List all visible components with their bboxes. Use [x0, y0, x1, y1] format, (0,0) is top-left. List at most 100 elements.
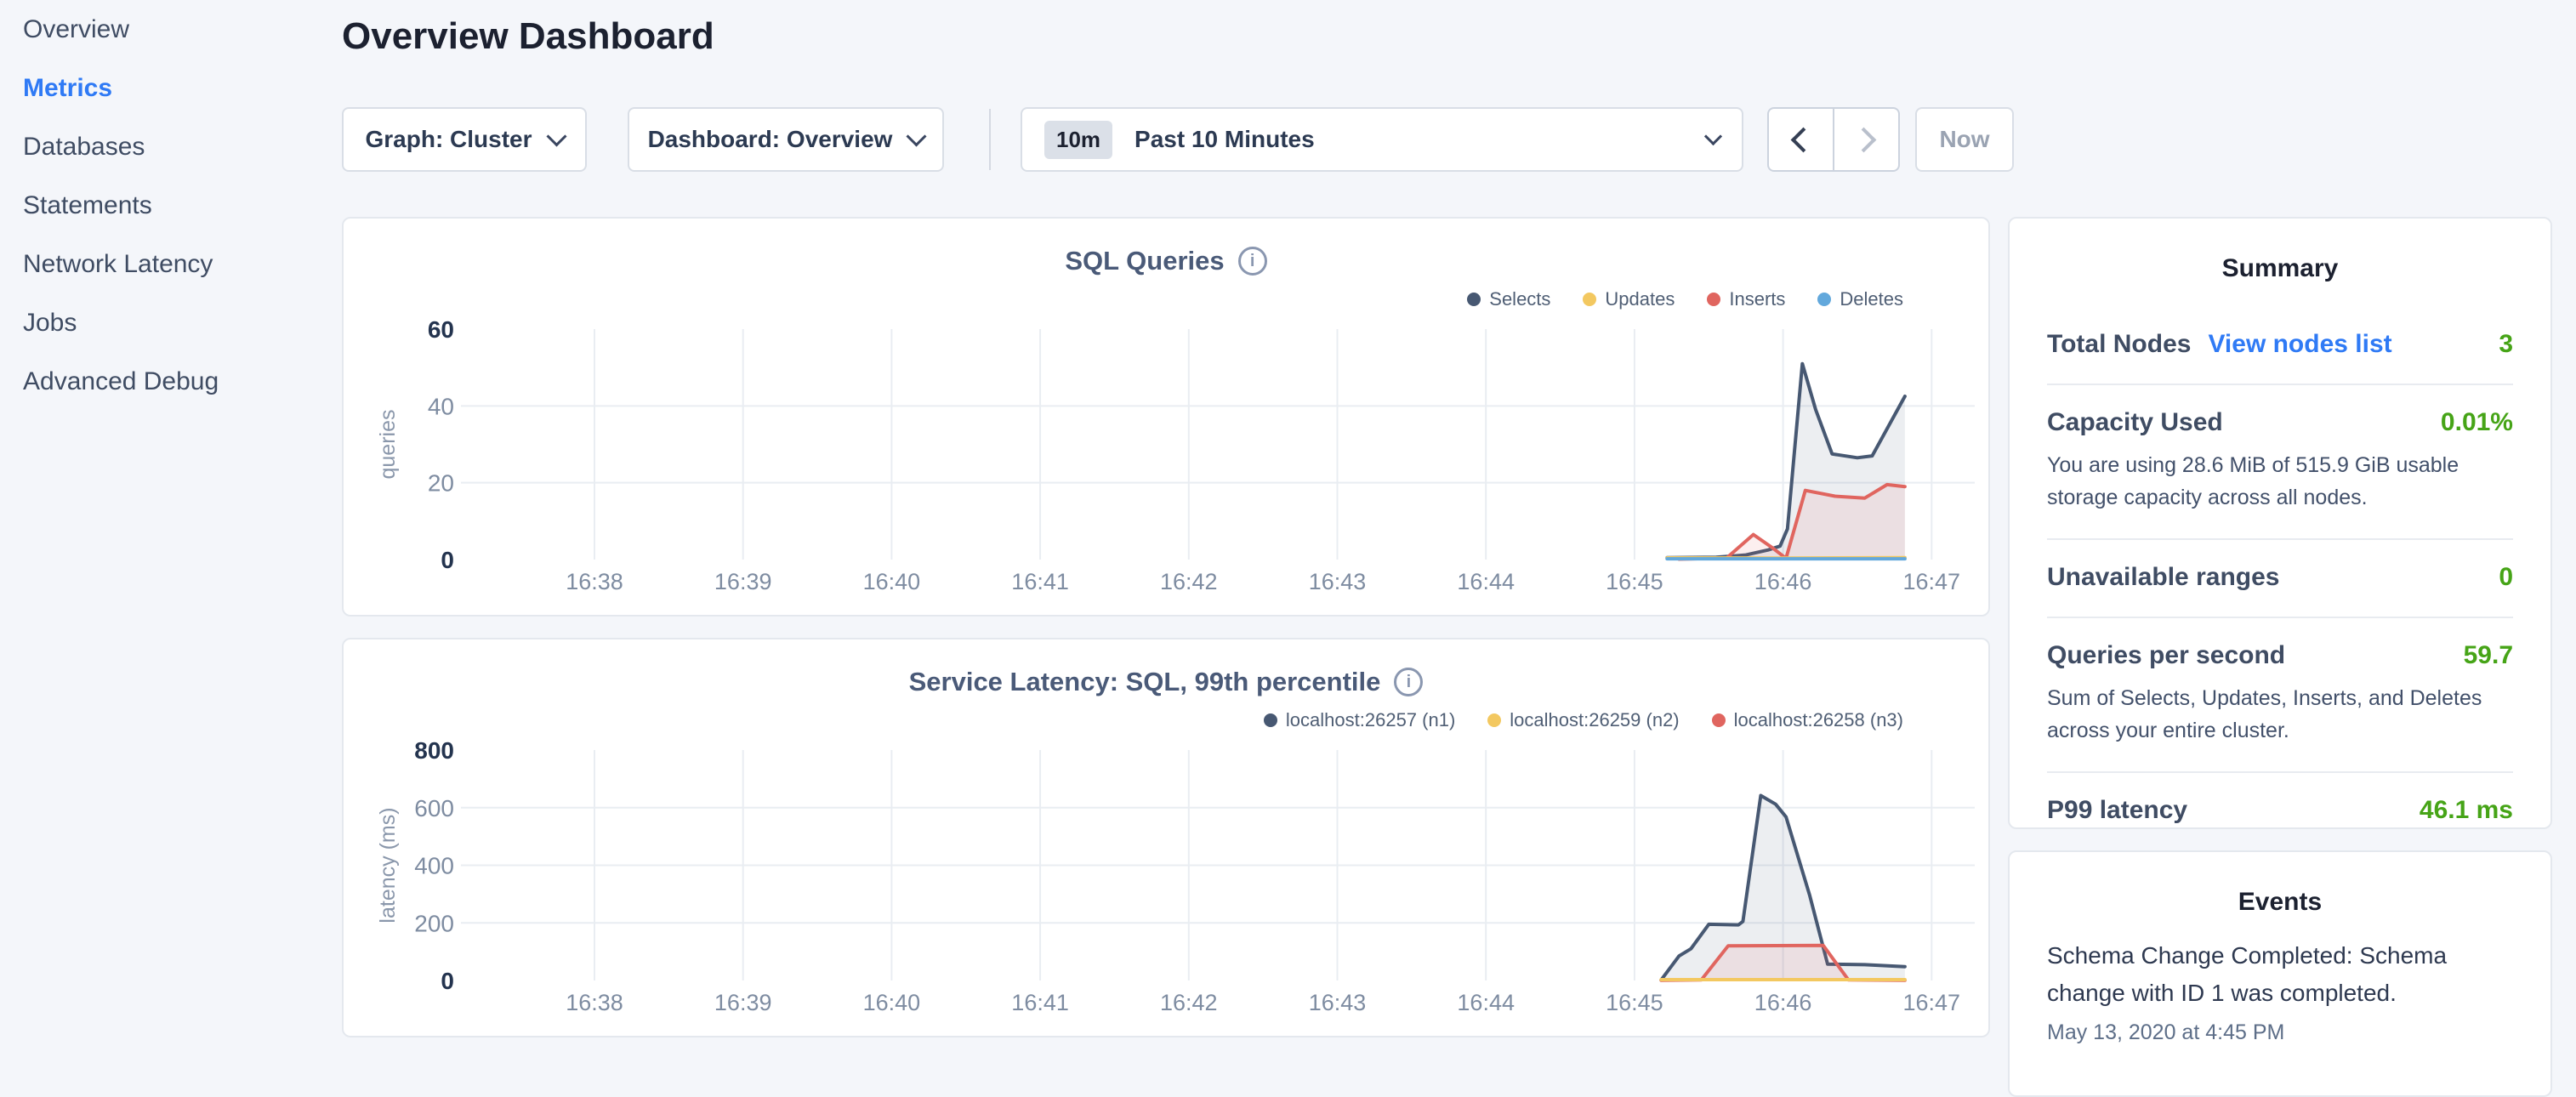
svg-text:200: 200 — [414, 910, 454, 936]
dashboard-selector-dropdown[interactable]: Dashboard: Overview — [628, 107, 944, 172]
sidebar-item-advanced-debug[interactable]: Advanced Debug — [23, 369, 323, 395]
summary-row: P99 latency 46.1 ms — [2047, 771, 2513, 850]
prev-time-button[interactable] — [1769, 109, 1833, 170]
summary-row-label: Unavailable ranges — [2047, 563, 2279, 592]
sidebar: Overview Metrics Databases Statements Networ… — [0, 0, 323, 428]
svg-text:16:39: 16:39 — [714, 569, 772, 594]
summary-row-value: 46.1 ms — [2420, 796, 2513, 825]
events-panel: Events Schema Change Completed: Schema c… — [2008, 850, 2552, 1097]
chart-plot-area[interactable]: 16:38 16:39 16:40 16:41 16:42 16:43 16:44 16:45… — [376, 319, 1992, 604]
chevron-left-icon — [1791, 127, 1817, 152]
now-button[interactable]: Now — [1915, 107, 2014, 172]
summary-row-description: Sum of Selects, Updates, Inserts, and De… — [2047, 682, 2513, 747]
sidebar-item-metrics[interactable]: Metrics — [23, 76, 323, 101]
summary-panel: Summary Total Nodes View nodes list 3 Ca… — [2008, 217, 2552, 829]
summary-row-value: 59.7 — [2464, 641, 2513, 670]
graph-selector-dropdown[interactable]: Graph: Cluster — [342, 107, 587, 172]
svg-text:16:41: 16:41 — [1011, 990, 1069, 1015]
info-icon[interactable]: i — [1238, 247, 1267, 276]
sidebar-item-databases[interactable]: Databases — [23, 134, 323, 160]
sidebar-item-network-latency[interactable]: Network Latency — [23, 252, 323, 277]
chevron-down-icon — [546, 126, 566, 146]
svg-text:16:46: 16:46 — [1754, 569, 1812, 594]
svg-text:600: 600 — [414, 795, 454, 821]
summary-row-value: 0.01% — [2441, 408, 2513, 437]
events-title: Events — [2010, 852, 2550, 917]
sidebar-item-jobs[interactable]: Jobs — [23, 310, 323, 336]
dashboard-selector-label: Dashboard: Overview — [648, 126, 893, 153]
sidebar-item-statements[interactable]: Statements — [23, 193, 323, 219]
svg-text:16:39: 16:39 — [714, 990, 772, 1015]
chart-legend: Selects Updates Inserts Deletes — [1467, 288, 1903, 310]
info-icon[interactable]: i — [1394, 668, 1423, 696]
svg-text:0: 0 — [441, 547, 454, 573]
chart-plot-area[interactable]: 16:3816:3916:4016:4116:4216:4316:4416:45… — [376, 740, 1992, 1025]
svg-text:queries: queries — [376, 410, 400, 480]
legend-dot-icon — [1264, 713, 1277, 727]
legend-dot-icon — [1487, 713, 1501, 727]
svg-text:latency (ms): latency (ms) — [376, 807, 400, 923]
svg-text:16:44: 16:44 — [1457, 569, 1515, 594]
svg-text:16:38: 16:38 — [566, 990, 623, 1015]
summary-row-label: Queries per second — [2047, 641, 2285, 670]
event-item[interactable]: Schema Change Completed: Schema change w… — [2047, 937, 2499, 1045]
now-button-label: Now — [1939, 126, 1989, 153]
legend-item: Selects — [1467, 288, 1550, 310]
summary-row: Total Nodes View nodes list 3 — [2047, 307, 2513, 384]
svg-text:16:43: 16:43 — [1309, 569, 1367, 594]
time-stepper — [1767, 107, 1900, 172]
legend-item: Updates — [1583, 288, 1675, 310]
time-window-badge: 10m — [1044, 121, 1112, 159]
svg-text:800: 800 — [414, 740, 454, 764]
summary-row-label: Total Nodes — [2047, 330, 2191, 359]
chart-title: Service Latency: SQL, 99th percentile — [909, 667, 1381, 697]
summary-title: Summary — [2010, 219, 2550, 283]
summary-row-value: 0 — [2499, 563, 2513, 592]
svg-text:16:42: 16:42 — [1160, 569, 1218, 594]
summary-row: Capacity Used 0.01% You are using 28.6 M… — [2047, 384, 2513, 538]
svg-text:16:43: 16:43 — [1309, 990, 1367, 1015]
sidebar-item-overview[interactable]: Overview — [23, 17, 323, 43]
chart-header: Service Latency: SQL, 99th percentile i — [344, 667, 1988, 697]
legend-item: Deletes — [1817, 288, 1903, 310]
graph-selector-label: Graph: Cluster — [365, 126, 532, 153]
svg-text:40: 40 — [428, 393, 454, 419]
summary-row: Unavailable ranges 0 — [2047, 538, 2513, 617]
legend-dot-icon — [1817, 293, 1831, 306]
summary-row-label: P99 latency — [2047, 796, 2187, 825]
summary-row-label: Capacity Used — [2047, 408, 2223, 437]
svg-text:60: 60 — [428, 319, 454, 343]
svg-text:20: 20 — [428, 470, 454, 497]
chart-legend: localhost:26257 (n1) localhost:26259 (n2… — [1264, 709, 1903, 731]
svg-text:16:40: 16:40 — [863, 569, 921, 594]
legend-item: localhost:26257 (n1) — [1264, 709, 1455, 731]
page-title: Overview Dashboard — [342, 15, 714, 58]
svg-text:16:44: 16:44 — [1457, 990, 1515, 1015]
next-time-button[interactable] — [1833, 109, 1898, 170]
svg-text:16:41: 16:41 — [1011, 569, 1069, 594]
summary-row: Queries per second 59.7 Sum of Selects, … — [2047, 617, 2513, 771]
legend-item: localhost:26259 (n2) — [1487, 709, 1679, 731]
chart-header: SQL Queries i — [344, 246, 1988, 276]
svg-text:16:45: 16:45 — [1606, 569, 1663, 594]
chart-title: SQL Queries — [1065, 246, 1224, 276]
svg-text:16:47: 16:47 — [1903, 990, 1961, 1015]
legend-dot-icon — [1712, 713, 1726, 727]
time-range-label: Past 10 Minutes — [1134, 126, 1315, 153]
chevron-down-icon — [907, 126, 927, 146]
time-range-dropdown[interactable]: 10m Past 10 Minutes — [1021, 107, 1743, 172]
legend-item: localhost:26258 (n3) — [1712, 709, 1903, 731]
legend-dot-icon — [1467, 293, 1481, 306]
svg-text:16:47: 16:47 — [1903, 569, 1961, 594]
svg-text:0: 0 — [441, 968, 454, 994]
toolbar-divider — [989, 109, 991, 170]
svg-text:16:42: 16:42 — [1160, 990, 1218, 1015]
view-nodes-list-link[interactable]: View nodes list — [2208, 330, 2391, 359]
chevron-right-icon — [1851, 127, 1877, 152]
summary-row-value: 3 — [2499, 330, 2513, 359]
chevron-down-icon — [1704, 127, 1722, 145]
sql-queries-chart-card: SQL Queries i Selects Updates Inserts De… — [342, 217, 1990, 617]
legend-dot-icon — [1583, 293, 1596, 306]
svg-text:16:38: 16:38 — [566, 569, 623, 594]
svg-text:400: 400 — [414, 853, 454, 879]
